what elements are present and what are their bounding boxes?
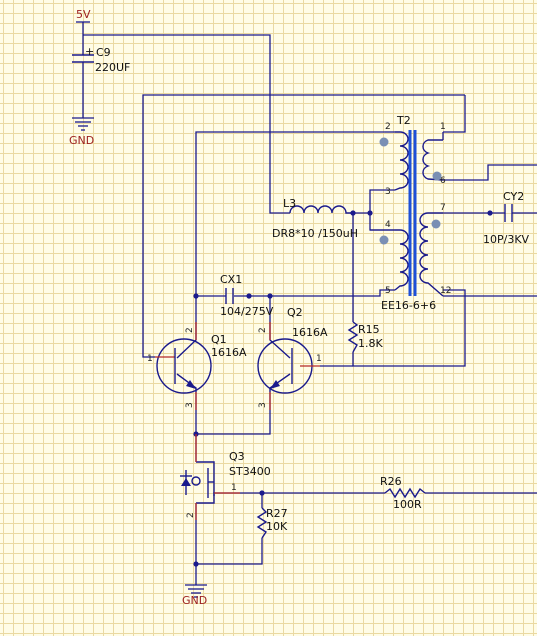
t2-pin-4: 4 [385, 220, 391, 230]
c9-ref: C9 [96, 46, 111, 59]
r26-value: 100R [393, 498, 422, 511]
t2-dot-primary-a [379, 137, 389, 147]
t2-pin-5: 5 [385, 286, 391, 296]
gnd-top-label: GND [69, 134, 94, 147]
resistor-r27[interactable]: R27 10K [256, 507, 288, 539]
l3-ref: L3 [283, 197, 296, 210]
q2-value: 1616A [292, 326, 328, 339]
t2-pin-2: 2 [385, 122, 391, 132]
q1-pin-2: 2 [185, 327, 195, 333]
q3-ref: Q3 [229, 450, 245, 463]
cx1-value: 104/275V [220, 305, 274, 318]
c9-polarity: + [85, 45, 94, 58]
t2-pin-7: 7 [440, 203, 446, 213]
vcc-label: 5V [76, 8, 91, 21]
inductor-l3[interactable]: L3 DR8*10 /150uH [272, 197, 358, 240]
r27-value: 10K [266, 520, 288, 533]
t2-pin-6: 6 [440, 176, 446, 186]
cy2-value: 10P/3KV [483, 233, 530, 246]
q2-ref: Q2 [287, 306, 303, 319]
t2-ref: T2 [396, 114, 411, 127]
ground-symbol-bottom: GND [182, 584, 207, 607]
mosfet-q3[interactable]: 1 2 Q3 ST3400 [180, 434, 271, 520]
t2-pin-1: 1 [440, 122, 446, 132]
t2-dot-secondary-b [431, 219, 441, 229]
cy2-ref: CY2 [503, 190, 524, 203]
q3-pin-2: 2 [186, 512, 196, 518]
r15-value: 1.8K [358, 337, 383, 350]
t2-pin-3: 3 [385, 187, 391, 197]
transistor-q1[interactable]: 1 2 3 Q1 1616A [147, 322, 247, 410]
resistor-r26[interactable]: R26 100R [380, 475, 426, 511]
q3-pin-1: 1 [231, 483, 237, 493]
l3-value: DR8*10 /150uH [272, 227, 358, 240]
wires [82, 22, 537, 585]
q1-value: 1616A [211, 346, 247, 359]
r27-ref: R27 [266, 507, 288, 520]
q1-ref: Q1 [211, 333, 227, 346]
capacitor-cy2[interactable]: CY2 10P/3KV [483, 190, 530, 246]
t2-dot-primary-b [379, 235, 389, 245]
q1-pin-1: 1 [147, 354, 153, 364]
vcc-symbol: 5V [76, 8, 91, 23]
ground-symbol-top: GND [69, 117, 94, 147]
c9-value: 220UF [95, 61, 130, 74]
transistor-q2[interactable]: 1 2 3 Q2 1616A [257, 306, 328, 410]
q2-pin-2: 2 [258, 327, 268, 333]
cx1-ref: CX1 [220, 273, 242, 286]
t2-value: EE16-6+6 [381, 299, 436, 312]
q2-pin-1: 1 [316, 354, 322, 364]
transformer-t2[interactable]: 1 2 3 4 5 6 7 12 T2 EE16-6+6 [379, 114, 452, 312]
r26-ref: R26 [380, 475, 402, 488]
capacitor-c9[interactable]: + C9 220UF [72, 45, 130, 74]
r15-ref: R15 [358, 323, 380, 336]
q2-pin-3: 3 [258, 402, 268, 408]
resistor-r15[interactable]: R15 1.8K [347, 321, 383, 353]
junction-dots [193, 210, 493, 567]
schematic-canvas: 5V + C9 220UF GND L3 DR8*10 /150uH 1 2 3… [69, 8, 537, 607]
t2-pin-12: 12 [440, 286, 451, 296]
q3-value: ST3400 [229, 465, 271, 478]
q1-pin-3: 3 [185, 402, 195, 408]
gnd-bottom-label: GND [182, 594, 207, 607]
